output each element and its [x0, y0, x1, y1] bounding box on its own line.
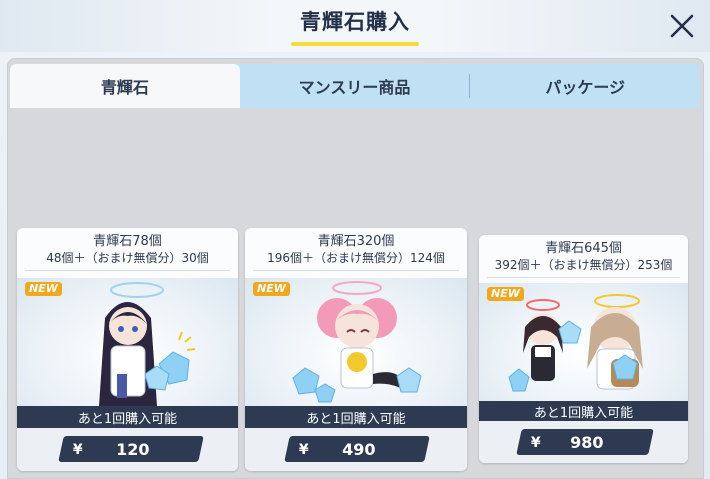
tab-label: 青輝石 [100, 78, 149, 97]
card-divider [25, 270, 230, 271]
product-card-78[interactable]: 青輝石78個 48個＋（おまけ無償分）30個 NEW あと1回購入可能 ¥ 12… [17, 228, 238, 471]
product-name: 青輝石645個 [545, 241, 622, 256]
price-area: ¥ 490 [245, 428, 467, 471]
price-button[interactable]: ¥ 120 [58, 436, 204, 462]
product-detail: 392個＋（おまけ無償分）253個 [494, 258, 673, 272]
tab-package[interactable]: パッケージ [470, 64, 700, 108]
new-badge: NEW [487, 287, 524, 301]
card-header: 青輝石320個 196個＋（おまけ無償分）124個 [245, 228, 467, 266]
page-title: 青輝石購入 [300, 10, 410, 34]
card-header: 青輝石645個 392個＋（おまけ無償分）253個 [479, 235, 688, 273]
purchase-limit: あと1回購入可能 [245, 406, 467, 428]
card-header: 青輝石78個 48個＋（おまけ無償分）30個 [17, 228, 238, 266]
character-illustration [292, 281, 422, 403]
new-badge: NEW [25, 282, 62, 296]
tab-label: マンスリー商品 [298, 78, 411, 97]
product-detail: 48個＋（おまけ無償分）30個 [46, 251, 209, 265]
character-illustration [99, 282, 196, 406]
purchase-limit: あと1回購入可能 [479, 401, 688, 421]
price-area: ¥ 120 [17, 428, 238, 471]
close-button[interactable] [664, 8, 700, 44]
product-art [17, 278, 238, 406]
price-value: 490 [342, 439, 376, 459]
currency-symbol: ¥ [299, 441, 309, 457]
price-button[interactable]: ¥ 980 [516, 429, 654, 455]
purchase-limit: あと1回購入可能 [17, 406, 238, 428]
product-art [245, 278, 467, 406]
card-divider [487, 277, 680, 278]
currency-symbol: ¥ [531, 434, 541, 450]
price-value: 120 [116, 439, 150, 459]
card-divider [253, 270, 459, 271]
currency-symbol: ¥ [73, 441, 83, 457]
product-name: 青輝石78個 [93, 234, 162, 249]
tab-bar: 青輝石 マンスリー商品 パッケージ [10, 64, 700, 108]
price-button[interactable]: ¥ 490 [284, 436, 430, 462]
product-card-320[interactable]: 青輝石320個 196個＋（おまけ無償分）124個 NEW あと1回購入可能 ¥ [245, 228, 467, 471]
price-area: ¥ 980 [479, 421, 688, 463]
close-icon [670, 14, 694, 38]
product-name: 青輝石320個 [317, 234, 395, 249]
product-card-645[interactable]: 青輝石645個 392個＋（おまけ無償分）253個 NEW あと1回購入可能 ¥… [479, 235, 688, 463]
title-underline [291, 42, 419, 46]
tab-label: パッケージ [545, 78, 626, 97]
tab-gems[interactable]: 青輝石 [10, 64, 240, 108]
new-badge: NEW [253, 282, 290, 296]
tab-monthly[interactable]: マンスリー商品 [240, 64, 470, 108]
title-bar: 青輝石購入 [0, 0, 710, 52]
price-value: 980 [570, 432, 604, 452]
product-detail: 196個＋（おまけ無償分）124個 [267, 251, 445, 265]
